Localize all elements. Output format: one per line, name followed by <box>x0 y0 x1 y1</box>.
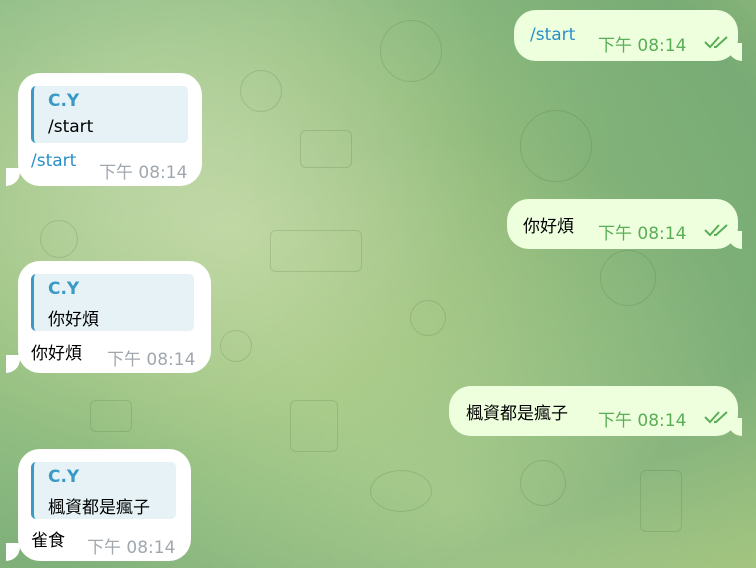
wallpaper-doodle <box>520 110 592 182</box>
incoming-message-bubble[interactable]: C.Y /start /start 下午 08:14 <box>18 73 202 186</box>
outgoing-message-bubble[interactable]: /start 下午 08:14 <box>514 10 738 61</box>
message-time: 下午 08:14 <box>598 36 687 56</box>
reply-quote[interactable]: C.Y /start <box>31 86 188 143</box>
reply-sender-name: C.Y <box>48 279 80 299</box>
wallpaper-doodle <box>520 460 566 506</box>
message-text: 你好煩 <box>31 344 82 364</box>
wallpaper-doodle <box>600 250 656 306</box>
reply-sender-name: C.Y <box>48 467 80 487</box>
message-text: 雀食 <box>31 531 65 551</box>
message-text: 楓資都是瘋子 <box>466 404 568 424</box>
message-text: 你好煩 <box>523 217 574 237</box>
wallpaper-doodle <box>640 470 682 532</box>
incoming-message-bubble[interactable]: C.Y 你好煩 你好煩 下午 08:14 <box>18 261 211 373</box>
wallpaper-doodle <box>40 220 78 258</box>
wallpaper-doodle <box>220 330 252 362</box>
reply-quoted-text: /start <box>48 117 94 137</box>
message-time: 下午 08:14 <box>107 350 196 370</box>
wallpaper-doodle <box>410 300 446 336</box>
reply-quote[interactable]: C.Y 楓資都是瘋子 <box>31 462 176 519</box>
reply-sender-name: C.Y <box>48 91 80 111</box>
reply-quoted-text: 你好煩 <box>48 310 99 330</box>
read-checkmarks-icon <box>704 224 728 237</box>
read-checkmarks-icon <box>704 411 728 424</box>
wallpaper-doodle <box>300 130 352 168</box>
message-time: 下午 08:14 <box>99 163 188 183</box>
bot-command-link[interactable]: /start <box>530 25 575 45</box>
wallpaper-doodle <box>290 400 338 452</box>
wallpaper-doodle <box>270 230 362 272</box>
outgoing-message-bubble[interactable]: 楓資都是瘋子 下午 08:14 <box>449 386 738 436</box>
outgoing-message-bubble[interactable]: 你好煩 下午 08:14 <box>507 199 738 249</box>
reply-quoted-text: 楓資都是瘋子 <box>48 498 150 518</box>
message-time: 下午 08:14 <box>87 538 176 558</box>
read-checkmarks-icon <box>704 36 728 49</box>
wallpaper-doodle <box>370 470 432 512</box>
wallpaper-doodle <box>380 20 442 82</box>
bot-command-link[interactable]: /start <box>31 151 76 171</box>
incoming-message-bubble[interactable]: C.Y 楓資都是瘋子 雀食 下午 08:14 <box>18 449 191 561</box>
wallpaper-doodle <box>240 70 282 112</box>
message-time: 下午 08:14 <box>598 224 687 244</box>
wallpaper-doodle <box>90 400 132 432</box>
message-time: 下午 08:14 <box>598 411 687 431</box>
reply-quote[interactable]: C.Y 你好煩 <box>31 274 194 331</box>
